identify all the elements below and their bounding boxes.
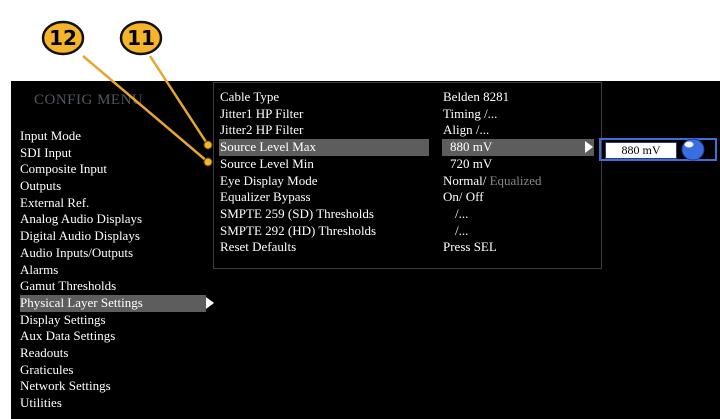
submenu-row-reset-defaults[interactable]: Reset Defaults Press SEL bbox=[214, 239, 601, 256]
callout-11: 11 bbox=[119, 20, 163, 56]
setting-value: Normal/ Equalized bbox=[443, 172, 542, 188]
menu-item-utilities[interactable]: Utilities bbox=[20, 395, 215, 412]
callout-number: 12 bbox=[49, 26, 77, 50]
menu-item-aux-data-settings[interactable]: Aux Data Settings bbox=[20, 328, 215, 345]
setting-value: 720 mV bbox=[450, 155, 493, 171]
setting-value: 880 mV bbox=[450, 139, 493, 155]
setting-label: Source Level Max bbox=[220, 139, 317, 155]
submenu-row-source-level-min[interactable]: Source Level Min 720 mV bbox=[214, 156, 601, 173]
menu-item-gamut-thresholds[interactable]: Gamut Thresholds bbox=[20, 278, 215, 295]
menu-item-external-ref[interactable]: External Ref. bbox=[20, 195, 215, 212]
menu-item-input-mode[interactable]: Input Mode bbox=[20, 128, 215, 145]
menu-item-readouts[interactable]: Readouts bbox=[20, 345, 215, 362]
setting-label: Jitter2 HP Filter bbox=[220, 122, 304, 138]
menu-item-alarms[interactable]: Alarms bbox=[20, 262, 215, 279]
setting-value: Belden 8281 bbox=[443, 89, 510, 104]
knob-value-readout: 880 mV bbox=[605, 142, 677, 159]
setting-value: /... bbox=[455, 222, 469, 238]
submenu-row-equalizer-bypass[interactable]: Equalizer Bypass On/ Off bbox=[214, 189, 601, 206]
menu-title: CONFIG MENU bbox=[34, 92, 144, 108]
menu-item-display-settings[interactable]: Display Settings bbox=[20, 312, 215, 329]
setting-label: Cable Type bbox=[220, 89, 280, 104]
menu-item-digital-audio-displays[interactable]: Digital Audio Displays bbox=[20, 228, 215, 245]
setting-label: Jitter1 HP Filter bbox=[220, 105, 304, 121]
setting-value: /... bbox=[455, 205, 469, 221]
setting-value: Press SEL bbox=[443, 239, 497, 255]
submenu-row-jitter2-hp-filter[interactable]: Jitter2 HP Filter Align /... bbox=[214, 122, 601, 139]
setting-value: Timing /... bbox=[443, 105, 498, 121]
setting-label: Equalizer Bypass bbox=[220, 189, 311, 205]
menu-item-audio-inputs-outputs[interactable]: Audio Inputs/Outputs bbox=[20, 245, 215, 262]
menu-item-network-settings[interactable]: Network Settings bbox=[20, 378, 215, 395]
callout-12: 12 bbox=[41, 20, 85, 56]
submenu-row-smpte-292-thresholds[interactable]: SMPTE 292 (HD) Thresholds /... bbox=[214, 223, 601, 240]
setting-label: SMPTE 292 (HD) Thresholds bbox=[220, 222, 377, 238]
menu-item-physical-layer-settings[interactable]: Physical Layer Settings bbox=[20, 294, 214, 312]
menu-item-composite-input[interactable]: Composite Input bbox=[20, 161, 215, 178]
left-menu: Input Mode SDI Input Composite Input Out… bbox=[20, 128, 215, 412]
menu-item-graticules[interactable]: Graticules bbox=[20, 362, 215, 379]
setting-value: Align /... bbox=[443, 122, 490, 138]
submenu-row-eye-display-mode[interactable]: Eye Display Mode Normal/ Equalized bbox=[214, 173, 601, 190]
submenu-row-jitter1-hp-filter[interactable]: Jitter1 HP Filter Timing /... bbox=[214, 106, 601, 123]
menu-item-outputs[interactable]: Outputs bbox=[20, 178, 215, 195]
callout-number: 11 bbox=[127, 26, 155, 50]
menu-item-analog-audio-displays[interactable]: Analog Audio Displays bbox=[20, 211, 215, 228]
setting-label: Source Level Min bbox=[220, 155, 314, 171]
setting-value: On/ Off bbox=[443, 189, 484, 205]
setting-label: Eye Display Mode bbox=[220, 172, 318, 188]
menu-item-sdi-input[interactable]: SDI Input bbox=[20, 145, 215, 162]
physical-layer-submenu: Cable Type Belden 8281 Jitter1 HP Filter… bbox=[213, 82, 602, 269]
setting-label: SMPTE 259 (SD) Thresholds bbox=[220, 205, 374, 221]
right-triangle-icon bbox=[585, 141, 593, 154]
submenu-row-smpte-259-thresholds[interactable]: SMPTE 259 (SD) Thresholds /... bbox=[214, 206, 601, 223]
right-triangle-icon bbox=[206, 296, 214, 309]
knob-icon[interactable] bbox=[680, 138, 706, 161]
submenu-row-source-level-max[interactable]: Source Level Max 880 mV bbox=[214, 139, 601, 156]
submenu-row-cable-type[interactable]: Cable Type Belden 8281 bbox=[214, 89, 601, 106]
setting-label: Reset Defaults bbox=[220, 239, 297, 255]
